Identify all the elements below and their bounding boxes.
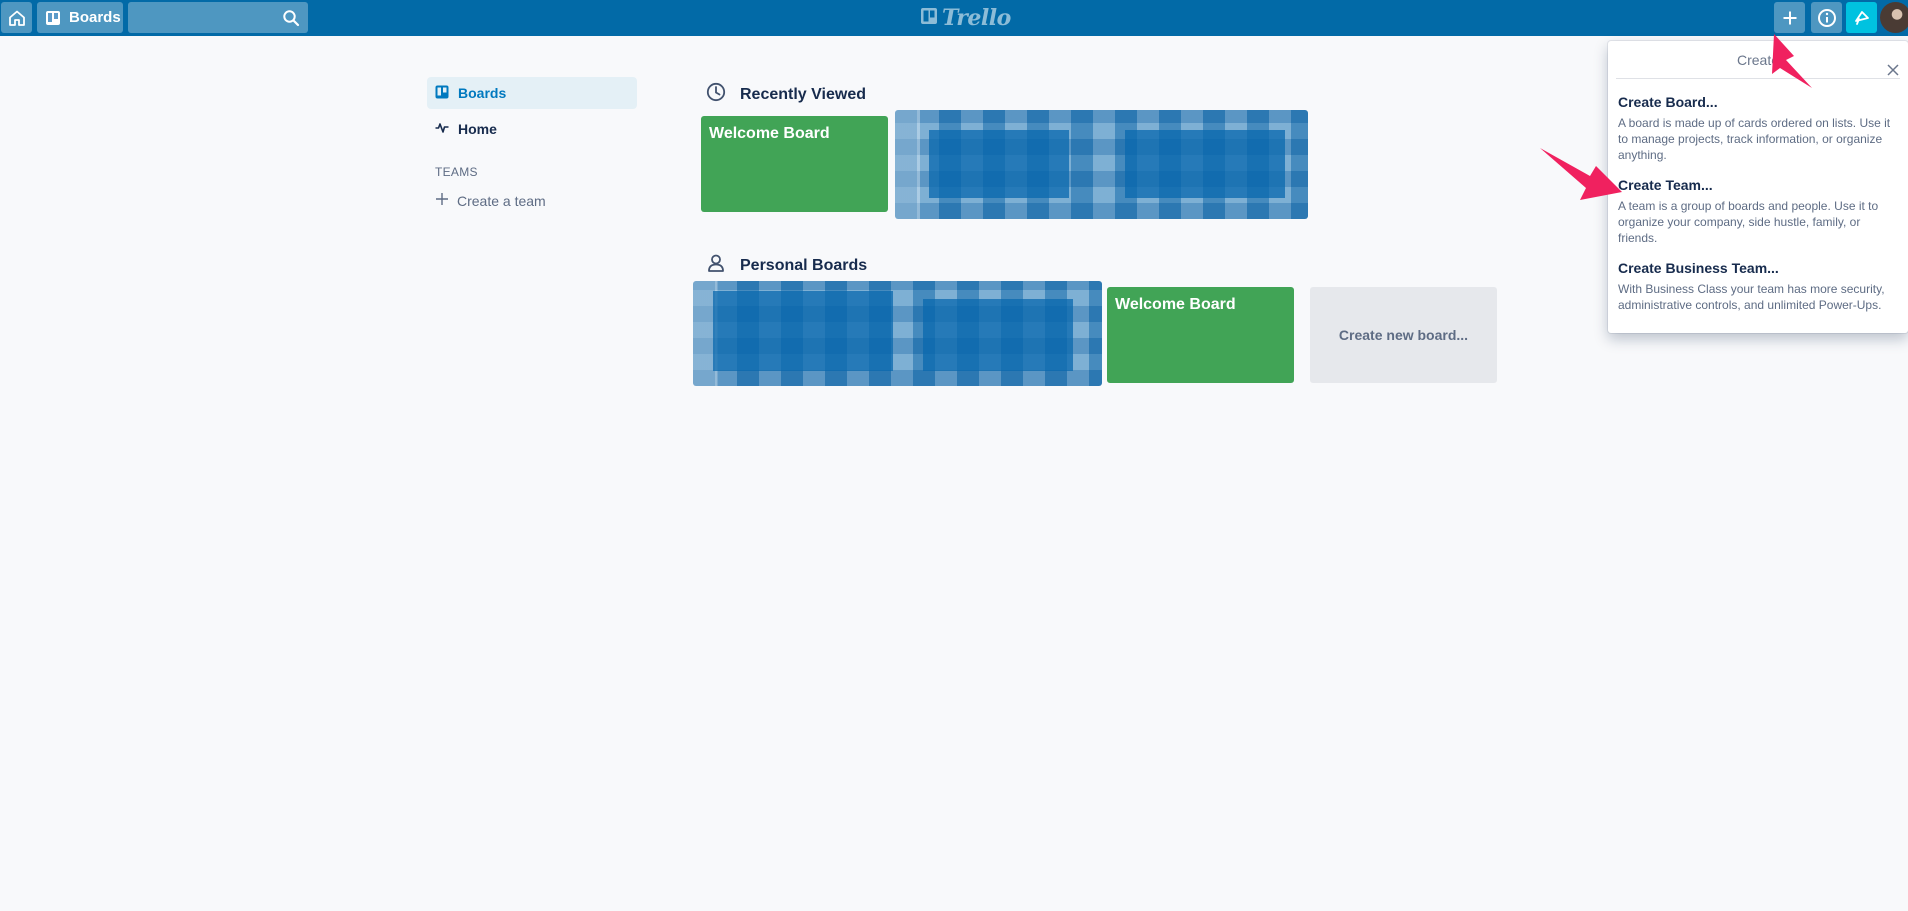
popover-header: Create [1616, 41, 1900, 79]
boards-button[interactable]: Boards [37, 2, 123, 33]
option-title: Create Business Team... [1618, 260, 1779, 276]
create-team-option[interactable]: Create Team... A team is a group of boar… [1608, 176, 1908, 246]
notifications-button[interactable] [1846, 2, 1877, 33]
search-input[interactable] [128, 2, 308, 33]
trello-logo-text: Trello [942, 5, 1011, 31]
create-business-team-option[interactable]: Create Business Team... With Business Cl… [1608, 259, 1908, 313]
sidebar-item-home[interactable]: Home [427, 113, 637, 145]
board-title: Welcome Board [1115, 296, 1236, 313]
create-team-label: Create a team [457, 192, 546, 209]
boards-button-label: Boards [69, 9, 121, 26]
option-description: With Business Class your team has more s… [1618, 282, 1885, 312]
personal-boards-title: Personal Boards [740, 256, 868, 274]
create-new-board-label: Create new board... [1338, 327, 1469, 343]
person-icon [706, 253, 726, 278]
info-icon [1817, 8, 1837, 28]
option-title: Create Team... [1618, 177, 1713, 193]
option-description: A team is a group of boards and people. … [1618, 199, 1879, 245]
info-button[interactable] [1811, 2, 1842, 33]
close-icon[interactable] [1886, 53, 1900, 91]
board-tile-obscured[interactable] [693, 281, 1102, 386]
plus-icon [435, 192, 449, 209]
sidebar-item-label: Boards [458, 85, 507, 101]
create-popover: Create Create Board... A board is made u… [1608, 41, 1908, 333]
trello-logo[interactable]: Trello [920, 5, 1011, 31]
board-icon [435, 85, 449, 102]
recently-viewed-title: Recently Viewed [740, 85, 866, 103]
option-description: A board is made up of cards ordered on l… [1618, 116, 1891, 162]
create-board-option[interactable]: Create Board... A board is made up of ca… [1608, 93, 1908, 163]
clock-icon [706, 82, 726, 107]
sidebar: Boards Home TEAMS Create a team [427, 77, 637, 209]
avatar[interactable] [1880, 2, 1908, 33]
annotation-arrow-icon [1772, 34, 1812, 88]
board-icon [45, 10, 61, 26]
option-title: Create Board... [1618, 94, 1718, 110]
search-box[interactable] [128, 2, 308, 33]
annotation-arrow-icon [1540, 148, 1622, 200]
top-header: Boards Trello [0, 0, 1908, 36]
board-tile-welcome-recent[interactable]: Welcome Board [701, 116, 888, 212]
personal-boards-heading: Personal Boards [706, 253, 867, 278]
sidebar-item-label: Home [458, 121, 497, 137]
create-new-board-tile[interactable]: Create new board... [1310, 287, 1497, 383]
board-tile-obscured[interactable] [895, 110, 1308, 219]
activity-icon [435, 121, 449, 138]
plus-icon [1782, 10, 1798, 26]
megaphone-icon [1853, 9, 1871, 27]
sidebar-item-boards[interactable]: Boards [427, 77, 637, 109]
trello-logo-icon [920, 7, 938, 30]
home-icon [8, 9, 26, 27]
board-title: Welcome Board [709, 125, 830, 142]
home-button[interactable] [1, 2, 32, 33]
teams-heading: TEAMS [435, 165, 478, 179]
create-team-link[interactable]: Create a team [427, 192, 637, 209]
board-tile-welcome-personal[interactable]: Welcome Board [1107, 287, 1294, 383]
search-icon[interactable] [282, 9, 300, 32]
create-button[interactable] [1774, 2, 1805, 33]
recently-viewed-heading: Recently Viewed [706, 82, 866, 107]
